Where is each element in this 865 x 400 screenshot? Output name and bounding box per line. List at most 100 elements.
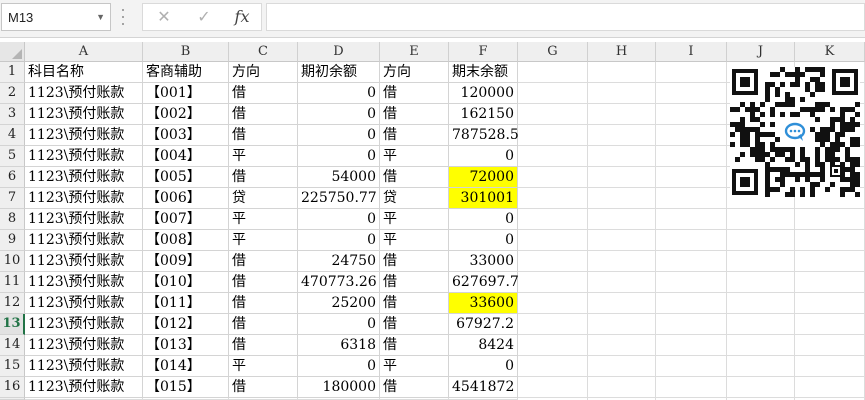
confirm-icon[interactable]: ✓ xyxy=(189,6,219,28)
cell-a[interactable]: 1123\预付账款 xyxy=(25,209,143,230)
row-header[interactable]: 15 xyxy=(0,356,25,377)
column-header-h[interactable]: H xyxy=(588,42,656,62)
empty-cell[interactable] xyxy=(795,377,865,398)
cell-d[interactable]: 0 xyxy=(298,209,380,230)
cell-f[interactable]: 787528.5 xyxy=(449,125,519,146)
empty-cell[interactable] xyxy=(518,125,588,146)
empty-cell[interactable] xyxy=(518,335,588,356)
empty-cell[interactable] xyxy=(518,146,588,167)
chevron-down-icon[interactable]: ▼ xyxy=(96,12,105,22)
cell-d[interactable]: 0 xyxy=(298,356,380,377)
row-header[interactable]: 13 xyxy=(0,314,25,335)
empty-cell[interactable] xyxy=(588,356,656,377)
cell-d[interactable]: 470773.26 xyxy=(298,272,380,293)
cell-c[interactable]: 借 xyxy=(229,83,298,104)
empty-cell[interactable] xyxy=(588,230,656,251)
row-header[interactable]: 7 xyxy=(0,188,25,209)
cell-c[interactable]: 借 xyxy=(229,272,298,293)
empty-cell[interactable] xyxy=(518,377,588,398)
cell-f[interactable]: 0 xyxy=(449,230,518,251)
cell-c[interactable]: 借 xyxy=(229,125,298,146)
row-header[interactable]: 5 xyxy=(0,146,25,167)
empty-cell[interactable] xyxy=(656,62,727,83)
row-header[interactable]: 3 xyxy=(0,104,25,125)
header-cell-b[interactable]: 客商辅助 xyxy=(143,62,229,83)
empty-cell[interactable] xyxy=(588,209,656,230)
row-header[interactable]: 12 xyxy=(0,293,25,314)
empty-cell[interactable] xyxy=(656,167,727,188)
cell-c[interactable]: 平 xyxy=(229,209,298,230)
cell-f[interactable]: 72000 xyxy=(449,167,518,188)
row-header[interactable]: 6 xyxy=(0,167,25,188)
empty-cell[interactable] xyxy=(588,188,656,209)
cell-f[interactable]: 162150 xyxy=(449,104,518,125)
empty-cell[interactable] xyxy=(795,335,865,356)
cell-c[interactable]: 借 xyxy=(229,104,298,125)
empty-cell[interactable] xyxy=(656,293,727,314)
cell-b[interactable]: 【001】 xyxy=(143,83,229,104)
cell-d[interactable]: 0 xyxy=(298,104,380,125)
cell-a[interactable]: 1123\预付账款 xyxy=(25,104,143,125)
insert-function-button[interactable]: fx xyxy=(227,6,257,28)
empty-cell[interactable] xyxy=(588,251,656,272)
empty-cell[interactable] xyxy=(518,104,588,125)
empty-cell[interactable] xyxy=(727,335,795,356)
cell-e[interactable]: 平 xyxy=(380,356,449,377)
formula-bar-grip-icon[interactable] xyxy=(121,9,125,25)
empty-cell[interactable] xyxy=(727,314,795,335)
cell-a[interactable]: 1123\预付账款 xyxy=(25,83,143,104)
empty-cell[interactable] xyxy=(588,377,656,398)
empty-cell[interactable] xyxy=(727,209,795,230)
empty-cell[interactable] xyxy=(656,125,727,146)
empty-cell[interactable] xyxy=(656,314,727,335)
cell-e[interactable]: 借 xyxy=(380,104,449,125)
empty-cell[interactable] xyxy=(518,230,588,251)
cell-f[interactable]: 0 xyxy=(449,209,518,230)
empty-cell[interactable] xyxy=(588,167,656,188)
empty-cell[interactable] xyxy=(727,272,795,293)
empty-cell[interactable] xyxy=(588,293,656,314)
column-header-a[interactable]: A xyxy=(25,42,143,62)
cell-c[interactable]: 借 xyxy=(229,167,298,188)
cell-d[interactable]: 0 xyxy=(298,230,380,251)
empty-cell[interactable] xyxy=(795,314,865,335)
cell-a[interactable]: 1123\预付账款 xyxy=(25,167,143,188)
empty-cell[interactable] xyxy=(518,62,588,83)
cell-b[interactable]: 【014】 xyxy=(143,356,229,377)
empty-cell[interactable] xyxy=(518,293,588,314)
header-cell-d[interactable]: 期初余额 xyxy=(298,62,380,83)
column-header-k[interactable]: K xyxy=(795,42,865,62)
cell-b[interactable]: 【007】 xyxy=(143,209,229,230)
cell-a[interactable]: 1123\预付账款 xyxy=(25,272,143,293)
empty-cell[interactable] xyxy=(656,356,727,377)
column-header-j[interactable]: J xyxy=(727,42,795,62)
empty-cell[interactable] xyxy=(727,293,795,314)
empty-cell[interactable] xyxy=(727,251,795,272)
cell-e[interactable]: 借 xyxy=(380,272,449,293)
column-header-b[interactable]: B xyxy=(143,42,229,62)
cell-a[interactable]: 1123\预付账款 xyxy=(25,230,143,251)
empty-cell[interactable] xyxy=(518,314,588,335)
column-header-d[interactable]: D xyxy=(298,42,380,62)
empty-cell[interactable] xyxy=(727,377,795,398)
cell-d[interactable]: 0 xyxy=(298,125,380,146)
cell-d[interactable]: 25200 xyxy=(298,293,380,314)
empty-cell[interactable] xyxy=(518,209,588,230)
cell-f[interactable]: 120000 xyxy=(449,83,518,104)
cell-b[interactable]: 【009】 xyxy=(143,251,229,272)
empty-cell[interactable] xyxy=(656,209,727,230)
empty-cell[interactable] xyxy=(795,209,865,230)
empty-cell[interactable] xyxy=(795,293,865,314)
cell-e[interactable]: 借 xyxy=(380,83,449,104)
empty-cell[interactable] xyxy=(656,377,727,398)
cell-e[interactable]: 借 xyxy=(380,335,449,356)
cell-d[interactable]: 0 xyxy=(298,314,380,335)
row-header[interactable]: 9 xyxy=(0,230,25,251)
empty-cell[interactable] xyxy=(656,251,727,272)
empty-cell[interactable] xyxy=(588,125,656,146)
cell-f[interactable]: 4541872 xyxy=(449,377,518,398)
cell-f[interactable]: 33000 xyxy=(449,251,518,272)
cell-d[interactable]: 24750 xyxy=(298,251,380,272)
header-cell-c[interactable]: 方向 xyxy=(229,62,298,83)
empty-cell[interactable] xyxy=(588,335,656,356)
